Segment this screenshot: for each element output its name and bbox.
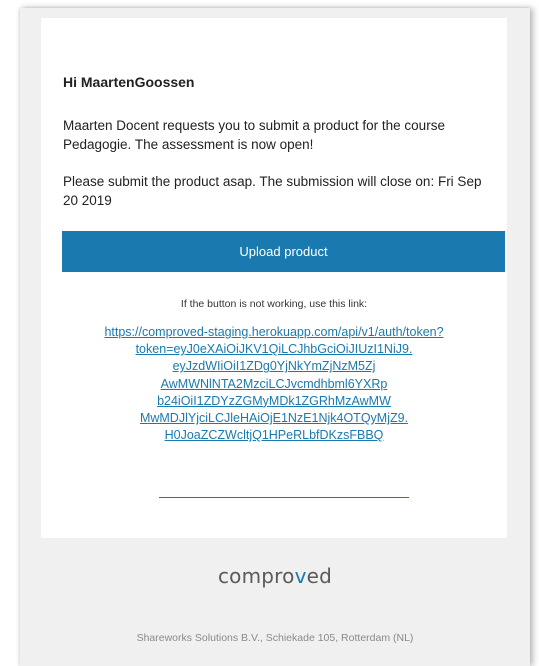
divider	[159, 497, 409, 498]
email-container: Hi MaartenGoossen Maarten Docent request…	[20, 8, 530, 666]
logo-text-accent: v	[294, 564, 307, 588]
upload-product-button[interactable]: Upload product	[62, 231, 505, 272]
fallback-link-line[interactable]: AwMWNlNTA2MzciLCJvcmdhbml6YXRp	[81, 376, 467, 393]
request-paragraph: Maarten Docent requests you to submit a …	[63, 118, 445, 152]
fallback-link-line[interactable]: H0JoaZCZWcltjQ1HPeRLbfDKzsFBBQ	[81, 427, 467, 444]
fallback-link-line[interactable]: token=eyJ0eXAiOiJKV1QiLCJhbGciOiJIUzI1Ni…	[81, 341, 467, 358]
logo-text-suffix: ed	[306, 564, 333, 588]
fallback-link: https://comproved-staging.herokuapp.com/…	[81, 324, 467, 444]
email-card: Hi MaartenGoossen Maarten Docent request…	[41, 18, 507, 538]
footer-address: Shareworks Solutions B.V., Schiekade 105…	[136, 632, 414, 644]
fallback-hint: If the button is not working, use this l…	[180, 298, 368, 310]
greeting-heading: Hi MaartenGoossen	[63, 74, 195, 90]
fallback-link-line[interactable]: b24iOiI1ZDYzZGMyMDk1ZGRhMzAwMW	[81, 393, 467, 410]
fallback-link-line[interactable]: eyJzdWIiOiI1ZDg0YjNkYmZjNzM5Zj	[81, 358, 467, 375]
fallback-link-line[interactable]: https://comproved-staging.herokuapp.com/…	[81, 324, 467, 341]
fallback-link-line[interactable]: MwMDJlYjciLCJleHAiOjE1NzE1Njk4OTQyMjZ9.	[81, 410, 467, 427]
email-viewport: Hi MaartenGoossen Maarten Docent request…	[0, 0, 539, 666]
deadline-paragraph: Please submit the product asap. The subm…	[63, 174, 482, 208]
comproved-logo: comproved	[20, 564, 530, 588]
logo-text-prefix: compro	[217, 564, 295, 588]
